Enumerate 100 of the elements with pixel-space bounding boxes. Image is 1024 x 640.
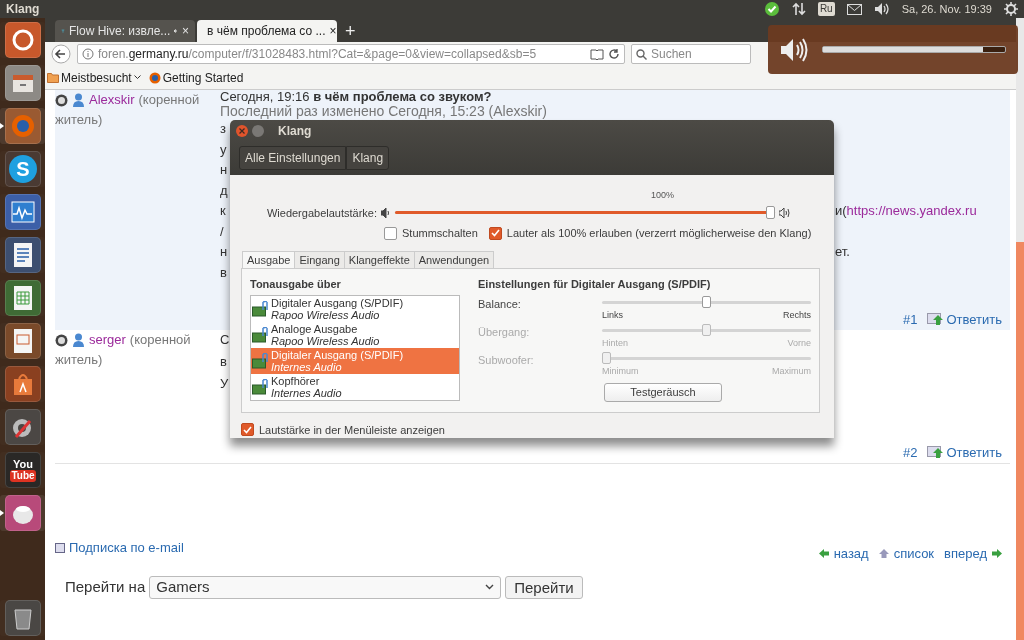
- launcher-item[interactable]: [0, 409, 45, 445]
- back-link[interactable]: назад: [818, 544, 869, 564]
- reply-link[interactable]: Ответить: [927, 442, 1002, 463]
- trash-icon: [5, 600, 41, 636]
- bookmark[interactable]: Getting Started: [148, 68, 244, 87]
- launcher-item[interactable]: [0, 194, 45, 230]
- search-field[interactable]: Suchen: [631, 44, 751, 64]
- reader-icon[interactable]: [590, 48, 604, 60]
- up-down-arrows-icon[interactable]: [791, 2, 806, 16]
- dialog-tab[interactable]: Klangeffekte: [344, 250, 415, 269]
- dialog-tab[interactable]: Anwendungen: [414, 250, 495, 269]
- device-subtitle: Internes Audio: [271, 361, 343, 373]
- app-icon: [5, 366, 41, 402]
- post-text: и(https://news.yandex.ru: [835, 202, 978, 220]
- launcher-item[interactable]: [0, 323, 45, 359]
- user-rank: (коренной: [138, 91, 200, 109]
- close-button[interactable]: [236, 125, 248, 137]
- news-link[interactable]: https://news.yandex.ru: [846, 203, 977, 218]
- slider-thumb[interactable]: [766, 205, 775, 219]
- slider-min-label: Links: [602, 309, 623, 322]
- volume-slider[interactable]: [822, 46, 1006, 53]
- check-icon[interactable]: [763, 1, 780, 17]
- reply-link[interactable]: Ответить: [927, 309, 1002, 330]
- post-text: з: [220, 120, 226, 138]
- browser-tab[interactable]: в чём проблема со ... ×: [197, 20, 337, 42]
- checkbox[interactable]: [241, 423, 254, 437]
- search-input[interactable]: Suchen: [651, 45, 741, 63]
- subscribe-link[interactable]: Подписка по e-mail: [55, 538, 184, 558]
- device-row[interactable]: Analoge Ausgabe Rapoo Wireless Audio: [251, 322, 459, 348]
- url-text: foren.germany.ru/computer/f/31028483.html?Cat=&page=0&view=collapsed&sb=5: [98, 46, 537, 63]
- slider-max-label: Maximum: [772, 365, 811, 378]
- new-tab-button[interactable]: +: [339, 20, 362, 42]
- checkbox-icon: [55, 542, 65, 553]
- checkbox[interactable]: [384, 226, 397, 240]
- author-link[interactable]: serger: [89, 330, 126, 350]
- folder-icon: [47, 72, 59, 83]
- forward-link[interactable]: вперед: [944, 544, 1002, 564]
- post-text: /: [220, 222, 224, 241]
- envelope-icon[interactable]: [846, 3, 862, 15]
- device-name: Kopfhörer: [271, 375, 321, 387]
- bookmark[interactable]: Meistbesucht: [47, 68, 141, 87]
- user-icon: [72, 93, 85, 107]
- launcher-item[interactable]: [0, 237, 45, 273]
- browser-tab[interactable]: Flow Hive: извле... ×: [55, 20, 195, 42]
- reload-icon[interactable]: [608, 48, 620, 60]
- slider-min-label: Hinten: [602, 337, 628, 350]
- post-text: в: [220, 353, 227, 371]
- sound-card-icon: [252, 352, 269, 370]
- dialog-tab[interactable]: Ausgabe: [242, 250, 296, 269]
- launcher-item[interactable]: [0, 65, 45, 101]
- app-icon: [5, 409, 41, 445]
- app-icon: [5, 237, 41, 273]
- back-icon[interactable]: [51, 44, 71, 64]
- user-icon: [72, 333, 85, 347]
- slider[interactable]: [602, 296, 811, 309]
- info-icon[interactable]: [82, 48, 94, 60]
- close-tab-button[interactable]: ×: [329, 22, 337, 40]
- post-text: ет.: [835, 243, 851, 261]
- device-name: Digitaler Ausgang (S/PDIF): [271, 349, 404, 361]
- dialog-title: Klang: [278, 123, 312, 140]
- url-field[interactable]: foren.germany.ru/computer/f/31028483.html?Cat=&page=0&view=collapsed&sb=5: [77, 44, 625, 64]
- keyboard-layout-indicator[interactable]: Ru: [817, 2, 835, 16]
- launcher-item[interactable]: [0, 280, 45, 316]
- app-icon: [5, 495, 41, 531]
- launcher-item[interactable]: [0, 600, 45, 636]
- device-row[interactable]: Digitaler Ausgang (S/PDIF) Rapoo Wireless Audio: [251, 296, 459, 322]
- mute-label: Stummschalten: [402, 226, 478, 241]
- edit-note: Последний раз изменено Сегодня, 15:23 (Alexskir): [220, 103, 547, 119]
- breadcrumb-button[interactable]: Klang: [346, 146, 390, 170]
- launcher-item[interactable]: [0, 366, 45, 402]
- list-link[interactable]: список: [878, 544, 935, 564]
- post-number-link[interactable]: #2: [902, 442, 918, 463]
- rank-icon: [55, 93, 68, 107]
- device-name: Digitaler Ausgang (S/PDIF): [271, 297, 404, 309]
- device-subtitle: Rapoo Wireless Audio: [271, 335, 380, 347]
- up-arrow-icon: [878, 549, 889, 559]
- forum-select[interactable]: Gamers: [149, 575, 502, 599]
- post-number-link[interactable]: #1: [902, 309, 918, 330]
- speaker-low-icon: [381, 207, 391, 218]
- slider-thumb[interactable]: [702, 296, 711, 308]
- post-text: н: [220, 161, 228, 179]
- dialog-tab[interactable]: Eingang: [295, 250, 345, 269]
- author-link[interactable]: Alexskir: [89, 90, 135, 110]
- volume-slider[interactable]: [395, 205, 775, 220]
- breadcrumb-button[interactable]: Alle Einstellungen: [239, 146, 347, 170]
- clock[interactable]: Sa, 26. Nov. 19:39: [901, 0, 992, 18]
- launcher-item[interactable]: [0, 22, 45, 58]
- launcher-item[interactable]: [0, 495, 45, 531]
- speaker-icon[interactable]: [174, 26, 178, 36]
- devices-heading: Tonausgabe über: [250, 276, 342, 292]
- go-button[interactable]: Перейти: [505, 575, 583, 599]
- test-sound-button[interactable]: Testgeräusch: [604, 383, 722, 402]
- device-name: Analoge Ausgabe: [271, 323, 359, 335]
- settings-icon[interactable]: [1004, 2, 1018, 16]
- speaker-icon[interactable]: [873, 2, 890, 16]
- checkbox[interactable]: [488, 226, 502, 240]
- device-row[interactable]: Kopfhörer Internes Audio: [251, 374, 459, 400]
- close-tab-button[interactable]: ×: [182, 22, 189, 40]
- post-text: У: [220, 375, 229, 393]
- volume-label: Wiedergabelautstärke:: [265, 205, 377, 221]
